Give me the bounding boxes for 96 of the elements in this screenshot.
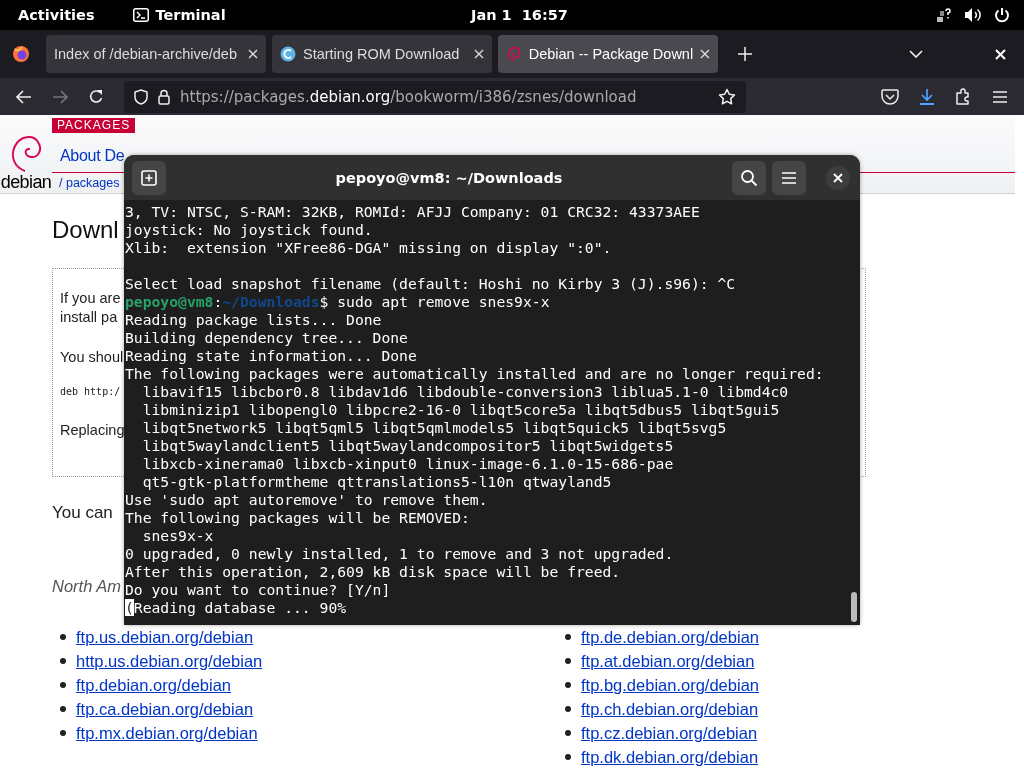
- bullet-icon: [565, 658, 571, 664]
- new-tab-icon[interactable]: [738, 47, 752, 61]
- page-heading: Downl: [52, 216, 119, 244]
- chevron-down-icon[interactable]: [909, 50, 923, 58]
- mirror-link[interactable]: ftp.at.debian.org/debian: [581, 651, 755, 671]
- volume-icon[interactable]: [964, 7, 982, 23]
- code-line: deb http:/: [60, 386, 121, 397]
- swirl-icon: [506, 46, 522, 62]
- terminal-line: 0 upgraded, 0 newly installed, 1 to remove and 3 not upgraded.: [125, 545, 675, 563]
- terminal-line: libqt5waylandclient5 libqt5waylandcompositor5 libqt5widgets5: [141, 437, 675, 455]
- terminal-line: libqt5network5 libqt5qml5 libqt5qmlmodels5 libqt5quick5 libqt5svg5: [141, 419, 728, 437]
- menu-button[interactable]: [772, 160, 806, 195]
- terminal-line: joystick: No joystick found.: [125, 221, 374, 239]
- bullet-icon: [60, 658, 66, 664]
- mirror-link[interactable]: ftp.de.debian.org/debian: [581, 627, 759, 647]
- terminal-line: Building dependency tree... Done: [125, 329, 409, 347]
- lock-icon: [158, 88, 170, 105]
- menu-icon[interactable]: [992, 89, 1008, 104]
- mirror-link[interactable]: http.us.debian.org/debian: [76, 651, 263, 671]
- terminal-line: The following packages will be REMOVED:: [125, 509, 471, 527]
- paragraph: You can: [52, 503, 113, 523]
- bullet-icon: [565, 706, 571, 712]
- close-button[interactable]: [826, 165, 850, 190]
- terminal-line: libminizip1 libopengl0 libpcre2-16-0 libqt5core5a libqt5dbus5 libqt5gui5: [141, 401, 781, 419]
- shield-icon: [134, 88, 148, 105]
- bullet-icon: [565, 682, 571, 688]
- mirror-link[interactable]: ftp.cz.debian.org/debian: [581, 723, 758, 743]
- mirror-link[interactable]: ftp.bg.debian.org/debian: [581, 675, 759, 695]
- section-label[interactable]: PACKAGES: [52, 118, 136, 133]
- prompt-line: pepoyo@vm8:~/Downloads$ sudo apt remove snes9x-x: [125, 293, 551, 311]
- pocket-icon[interactable]: [881, 88, 899, 105]
- scrollbar-thumb[interactable]: [851, 592, 857, 622]
- network-icon[interactable]: [936, 7, 952, 23]
- nav-link[interactable]: About De: [60, 147, 125, 165]
- close-icon: [833, 172, 843, 183]
- puzzle-icon[interactable]: [955, 88, 972, 105]
- terminal-icon: [132, 8, 149, 22]
- browser-tab[interactable]: Debian -- Package Downl: [498, 35, 718, 73]
- terminal-line: Reading state information... Done: [125, 347, 418, 365]
- star-icon[interactable]: [718, 87, 736, 106]
- clock[interactable]: Jan 1 16:57: [471, 7, 568, 23]
- download-icon[interactable]: [919, 87, 935, 106]
- menu-icon: [781, 170, 797, 185]
- terminal-line: qt5-gtk-platformtheme qttranslations5-l10n qtwayland5: [141, 473, 613, 491]
- window-title: pepoyo@vm8: ~/Downloads: [334, 169, 564, 186]
- mirror-link[interactable]: ftp.us.debian.org/debian: [76, 627, 254, 647]
- url-text: https://packages.debian.org/bookworm/i386/zsnes/download: [180, 87, 637, 106]
- swirl-icon[interactable]: [9, 134, 43, 172]
- bullet-icon: [565, 754, 571, 760]
- bullet-icon: [60, 706, 66, 712]
- terminal-line: After this operation, 2,609 kB disk space will be freed.: [125, 563, 622, 581]
- back-icon[interactable]: [16, 89, 32, 104]
- terminal-line: 3, TV: NTSC, S-RAM: 32KB, ROMId: AFJJ Company: 01 CRC32: 43373AEE: [125, 203, 701, 221]
- new-tab-button[interactable]: [132, 160, 166, 195]
- paragraph: If you are install pa: [60, 289, 121, 327]
- activities-button[interactable]: Activities: [18, 7, 95, 23]
- region-heading: North Am: [52, 577, 122, 596]
- terminal-line: Select load snapshot filename (default: Hoshi no Kirby 3 (J).s96): ^C: [125, 275, 737, 293]
- mirror-link[interactable]: ftp.ch.debian.org/debian: [581, 699, 759, 719]
- browser-logo-icon[interactable]: [12, 45, 30, 63]
- browser-tab[interactable]: Starting ROM Download: [272, 35, 492, 73]
- terminal-line: Do you want to continue? [Y/n]: [125, 581, 392, 599]
- search-button[interactable]: [732, 160, 766, 195]
- bullet-icon: [60, 682, 66, 688]
- app-menu[interactable]: Terminal: [155, 7, 226, 23]
- close-icon[interactable]: [700, 49, 710, 59]
- search-icon: [740, 168, 758, 187]
- mirror-link[interactable]: ftp.dk.debian.org/debian: [581, 747, 759, 767]
- address-bar[interactable]: https://packages.debian.org/bookworm/i386/zsnes/download: [124, 80, 746, 113]
- terminal-line: Xlib: extension "XFree86-DGA" missing on display ":0".: [125, 239, 613, 257]
- terminal-line: Reading package lists... Done: [125, 311, 383, 329]
- reload-icon[interactable]: [88, 88, 104, 105]
- paragraph: Replacing: [60, 421, 125, 440]
- bullet-icon: [565, 634, 571, 640]
- close-icon[interactable]: [248, 49, 258, 59]
- forward-icon[interactable]: [52, 89, 68, 104]
- paragraph: You shoul: [60, 348, 124, 367]
- browser-tab[interactable]: Index of /debian-archive/deb: [46, 35, 266, 73]
- site-icon: [280, 46, 296, 62]
- terminal-line: snes9x-x: [141, 527, 215, 545]
- terminal-line: (Reading database ... 90%: [125, 599, 348, 617]
- power-icon[interactable]: [994, 7, 1010, 23]
- bullet-icon: [60, 730, 66, 736]
- mirror-link[interactable]: ftp.debian.org/debian: [76, 675, 232, 695]
- close-icon[interactable]: [474, 49, 484, 59]
- breadcrumb-link[interactable]: / packages: [59, 176, 120, 190]
- logo-text[interactable]: debian: [0, 172, 52, 193]
- bullet-icon: [565, 730, 571, 736]
- bullet-icon: [60, 634, 66, 640]
- terminal-line: libavif15 libcbor0.8 libdav1d6 libdouble-conversion3 liblua5.1-0 libmd4c0: [141, 383, 790, 401]
- mirror-link[interactable]: ftp.mx.debian.org/debian: [76, 723, 258, 743]
- terminal-line: libxcb-xinerama0 libxcb-xinput0 linux-image-6.1.0-15-686-pae: [141, 455, 675, 473]
- terminal-line: The following packages were automatically installed and are no longer required:: [125, 365, 825, 383]
- plus-icon: [141, 169, 157, 186]
- mirror-link[interactable]: ftp.ca.debian.org/debian: [76, 699, 254, 719]
- terminal-line: Use 'sudo apt autoremove' to remove them.: [125, 491, 489, 509]
